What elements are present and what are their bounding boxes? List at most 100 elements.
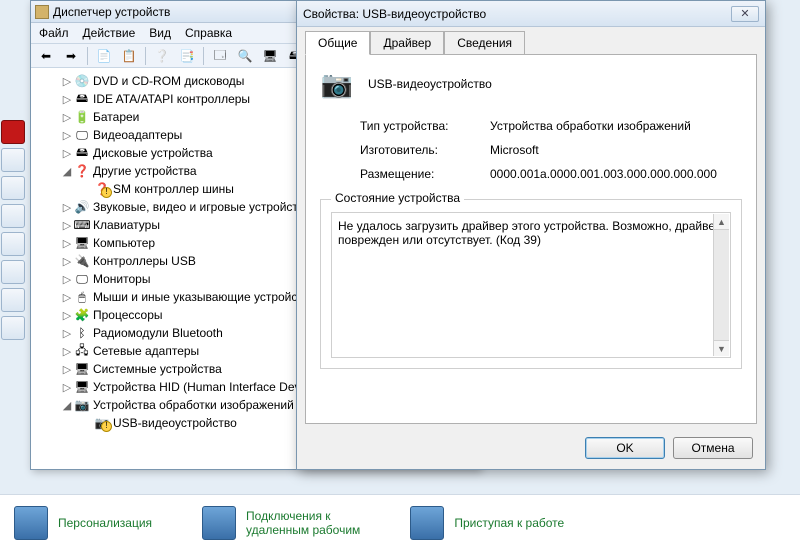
menu-help[interactable]: Справка <box>185 26 232 40</box>
expand-icon[interactable]: ▷ <box>61 381 73 394</box>
scrollbar-up-icon[interactable]: ▲ <box>714 214 729 230</box>
expand-icon[interactable]: ▷ <box>61 255 73 268</box>
tree-item-label: Видеоадаптеры <box>93 128 182 142</box>
expand-icon[interactable]: ▷ <box>61 291 73 304</box>
device-icon: 💿 <box>74 74 90 88</box>
scrollbar-down-icon[interactable]: ▼ <box>714 340 729 356</box>
window-icon <box>35 5 49 19</box>
expand-icon[interactable]: ▷ <box>61 93 73 106</box>
back-button[interactable]: ⬅ <box>35 46 57 66</box>
ok-button[interactable]: OK <box>585 437 665 459</box>
cp-label: Персонализация <box>58 516 152 530</box>
tree-item-label: SM контроллер шины <box>113 182 234 196</box>
device-icon: ❓ <box>94 182 110 196</box>
menu-action[interactable]: Действие <box>83 26 136 40</box>
expand-icon[interactable]: ▷ <box>61 363 73 376</box>
dock-icon[interactable] <box>1 232 25 256</box>
device-icon: 🔌 <box>74 254 90 268</box>
device-icon: 🖵 <box>74 272 90 286</box>
help-button[interactable]: ❔ <box>151 46 173 66</box>
toolbar-button[interactable]: 📄 <box>93 46 115 66</box>
toolbar-button[interactable]: 🖥 <box>259 46 281 66</box>
cancel-button[interactable]: Отмена <box>673 437 753 459</box>
device-icon: 🖥 <box>74 362 90 376</box>
device-icon: 🖵 <box>74 128 90 142</box>
tab-driver[interactable]: Драйвер <box>370 31 444 55</box>
tree-item-label: Дисковые устройства <box>93 146 213 160</box>
expand-icon[interactable]: ▷ <box>61 111 73 124</box>
label-location: Размещение: <box>360 167 490 181</box>
device-icon: 🖱 <box>74 290 90 304</box>
close-button[interactable]: ✕ <box>731 6 759 22</box>
menu-view[interactable]: Вид <box>149 26 171 40</box>
dock-icon[interactable] <box>1 260 25 284</box>
cp-item-remote[interactable]: Подключения к удаленным рабочим <box>202 506 360 540</box>
device-icon: 🖴 <box>74 92 90 106</box>
tree-item-label: Радиомодули Bluetooth <box>93 326 223 340</box>
tree-item-label: Другие устройства <box>93 164 197 178</box>
expand-icon[interactable]: ▷ <box>61 147 73 160</box>
dock-icon[interactable] <box>1 176 25 200</box>
personalization-icon <box>14 506 48 540</box>
left-dock <box>0 30 26 490</box>
dock-icon[interactable] <box>1 148 25 172</box>
expand-icon[interactable]: ▷ <box>61 327 73 340</box>
tree-item-label: Компьютер <box>93 236 155 250</box>
value-vendor: Microsoft <box>490 143 742 157</box>
tree-item-label: Устройства HID (Human Interface Devices) <box>93 380 326 394</box>
status-legend: Состояние устройства <box>331 191 464 205</box>
device-icon: 🖧 <box>74 344 90 358</box>
getting-started-icon <box>410 506 444 540</box>
expand-icon[interactable]: ▷ <box>61 309 73 322</box>
dock-icon[interactable] <box>1 316 25 340</box>
tree-item-label: Батареи <box>93 110 139 124</box>
label-vendor: Изготовитель: <box>360 143 490 157</box>
dialog-titlebar[interactable]: Свойства: USB-видеоустройство ✕ <box>297 1 765 27</box>
forward-button[interactable]: ➡ <box>60 46 82 66</box>
dock-icon[interactable] <box>1 120 25 144</box>
status-textbox[interactable]: Не удалось загрузить драйвер этого устро… <box>331 212 731 358</box>
device-icon: 🧩 <box>74 308 90 322</box>
dock-icon[interactable] <box>1 288 25 312</box>
tree-item-label: Устройства обработки изображений <box>93 398 294 412</box>
expand-icon[interactable]: ▷ <box>61 219 73 232</box>
expand-icon[interactable]: ▷ <box>61 237 73 250</box>
dialog-title: Свойства: USB-видеоустройство <box>303 7 486 21</box>
cp-item-getting-started[interactable]: Приступая к работе <box>410 506 564 540</box>
menu-file[interactable]: Файл <box>39 26 69 40</box>
expand-icon[interactable]: ▷ <box>61 273 73 286</box>
label-device-type: Тип устройства: <box>360 119 490 133</box>
toolbar-button[interactable]: 🔍 <box>234 46 256 66</box>
dock-icon[interactable] <box>1 204 25 228</box>
devmgr-title: Диспетчер устройств <box>53 5 170 19</box>
expand-icon[interactable]: ▷ <box>61 345 73 358</box>
expand-icon[interactable]: ▷ <box>61 129 73 142</box>
tree-item-label: Системные устройства <box>93 362 222 376</box>
collapse-icon[interactable]: ◢ <box>61 399 73 412</box>
tree-item-label: Процессоры <box>93 308 163 322</box>
status-text: Не удалось загрузить драйвер этого устро… <box>338 219 722 247</box>
value-device-type: Устройства обработки изображений <box>490 119 742 133</box>
device-icon: 📷 <box>94 416 110 430</box>
tab-general[interactable]: Общие <box>305 31 370 55</box>
tree-item-label: Звуковые, видео и игровые устройства <box>93 200 311 214</box>
control-panel-row: Персонализация Подключения к удаленным р… <box>0 494 800 550</box>
remote-icon <box>202 506 236 540</box>
scrollbar[interactable]: ▲ ▼ <box>713 214 729 356</box>
cp-label: Приступая к работе <box>454 516 564 530</box>
expand-icon[interactable]: ▷ <box>61 75 73 88</box>
collapse-icon[interactable]: ◢ <box>61 165 73 178</box>
toolbar-button[interactable]: 🗔 <box>209 46 231 66</box>
toolbar-button[interactable]: 📋 <box>118 46 140 66</box>
tree-item-label: Мыши и иные указывающие устройства <box>93 290 316 304</box>
cp-item-personalization[interactable]: Персонализация <box>14 506 152 540</box>
toolbar-button[interactable]: 📑 <box>176 46 198 66</box>
device-icon: ❓ <box>74 164 90 178</box>
expand-icon[interactable]: ▷ <box>61 201 73 214</box>
tree-item-label: Сетевые адаптеры <box>93 344 199 358</box>
device-status-group: Состояние устройства Не удалось загрузит… <box>320 199 742 369</box>
properties-dialog: Свойства: USB-видеоустройство ✕ Общие Др… <box>296 0 766 470</box>
camera-icon: 📷 <box>320 69 354 99</box>
tree-item-label: DVD и CD-ROM дисководы <box>93 74 244 88</box>
tab-details[interactable]: Сведения <box>444 31 525 55</box>
